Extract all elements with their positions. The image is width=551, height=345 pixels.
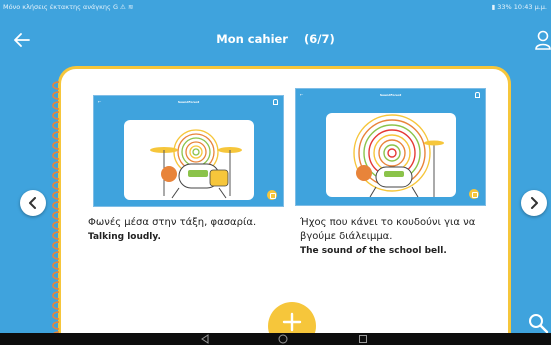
entry-caption-2: Ήχος που κάνει το κουδούνι για να βγούμε… bbox=[300, 216, 500, 258]
notebook-spiral bbox=[52, 81, 60, 340]
status-time: 10:43 μ.μ. bbox=[513, 3, 547, 11]
caption-greek: Φωνές μέσα στην τάξη, φασαρία. bbox=[88, 217, 257, 228]
previous-page-button[interactable] bbox=[20, 190, 46, 216]
chevron-right-icon bbox=[531, 197, 538, 209]
page-indicator: (6/7) bbox=[304, 32, 335, 46]
user-icon bbox=[535, 30, 551, 50]
status-right: ▮ 33% 10:43 μ.μ. bbox=[492, 3, 547, 11]
search-button[interactable] bbox=[527, 312, 549, 334]
school-bell-illustration bbox=[353, 114, 444, 197]
battery-percent: 33% bbox=[497, 3, 512, 11]
mini-canvas bbox=[124, 120, 254, 200]
status-notification-icons: G ⚠ ≋ bbox=[112, 3, 134, 11]
entry-image-2[interactable]: ← SoundForest bbox=[295, 88, 486, 206]
caption-greek: Ήχος που κάνει το κουδούνι για να βγούμε… bbox=[300, 217, 476, 242]
entry-image-1[interactable]: ← SoundForest bbox=[93, 95, 284, 207]
page-title-text: Mon cahier bbox=[216, 32, 288, 46]
battery-icon: ▮ bbox=[491, 3, 496, 11]
mini-canvas bbox=[326, 113, 456, 197]
mini-user-icon bbox=[475, 92, 480, 98]
system-navigation-bar bbox=[0, 333, 551, 345]
caption-english-part1: The sound bbox=[300, 246, 356, 256]
caption-english-suffix: . bbox=[157, 232, 161, 242]
profile-button[interactable] bbox=[535, 30, 551, 50]
caption-english: The sound of the school bell. bbox=[300, 244, 500, 258]
drum-kit-illustration bbox=[150, 129, 242, 199]
caption-english-suffix: . bbox=[443, 246, 447, 256]
mini-edit-badge bbox=[469, 189, 479, 199]
nav-home-icon[interactable] bbox=[278, 334, 288, 344]
caption-english-text: Talking loudly bbox=[88, 232, 158, 242]
status-bar: Μόνο κλήσεις έκτακτης ανάγκης G ⚠ ≋ ▮ 33… bbox=[0, 0, 551, 14]
nav-recent-apps-icon[interactable] bbox=[358, 334, 368, 344]
status-left: Μόνο κλήσεις έκτακτης ανάγκης G ⚠ ≋ bbox=[3, 3, 133, 11]
mini-app-title: SoundForest bbox=[379, 93, 402, 97]
next-page-button[interactable] bbox=[521, 190, 547, 216]
mini-user-icon bbox=[273, 99, 278, 105]
search-icon bbox=[529, 314, 549, 334]
page-title: Mon cahier (6/7) bbox=[0, 32, 551, 46]
entry-caption-1: Φωνές μέσα στην τάξη, φασαρία. Talking l… bbox=[88, 216, 288, 244]
mini-app-title: SoundForest bbox=[177, 100, 200, 104]
nav-back-icon[interactable] bbox=[200, 334, 210, 344]
mini-edit-badge bbox=[267, 190, 277, 200]
status-carrier-text: Μόνο κλήσεις έκτακτης ανάγκης bbox=[3, 3, 111, 11]
caption-english: Talking loudly. bbox=[88, 230, 288, 244]
caption-english-em: of bbox=[355, 246, 366, 256]
chevron-left-icon bbox=[29, 197, 36, 209]
caption-english-part2: the school bell bbox=[365, 246, 444, 256]
plus-icon bbox=[282, 312, 302, 332]
